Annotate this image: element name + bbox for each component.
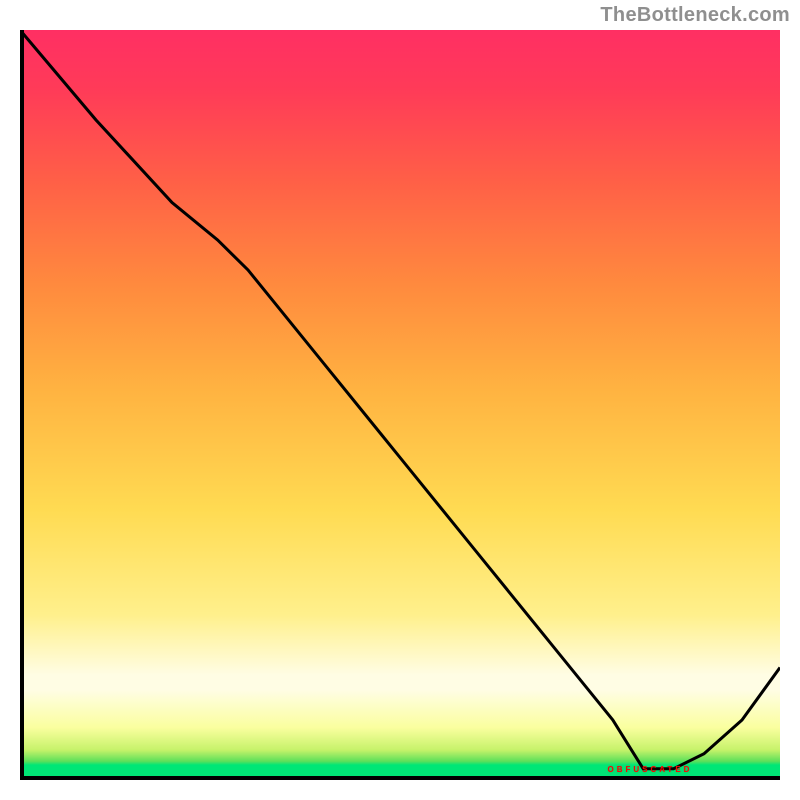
attribution-text: TheBottleneck.com [600,4,790,27]
min-region-badge: OBFUSCATED [607,765,692,774]
curve-svg [20,30,780,780]
plot-area: OBFUSCATED [20,30,780,780]
curve-path [20,30,780,769]
chart-container: TheBottleneck.com OBFUSCATED [0,0,800,800]
